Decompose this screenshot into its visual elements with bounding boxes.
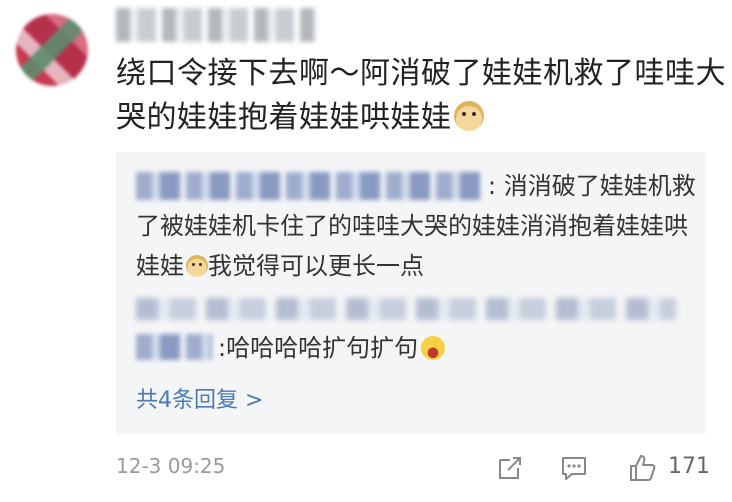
share-icon[interactable] [494,452,526,484]
doge-emoji-icon [453,101,484,131]
doge-emoji-icon [186,255,208,277]
user-avatar[interactable] [16,14,88,86]
laugh-cry-emoji-icon [421,336,446,360]
comment-icon[interactable] [558,452,590,484]
username-blurred[interactable] [116,8,316,42]
reply-box: : 消消破了娃娃机救了被娃娃机卡住了的哇哇大哭的娃娃消消抱着娃娃哄娃娃 我觉得可以… [116,152,706,434]
like-count: 171 [668,454,710,479]
like-icon[interactable] [626,452,658,484]
reply-text: :哈哈哈哈扩句扩句 [136,328,696,368]
reply-text: : 消消破了娃娃机救了被娃娃机卡住了的哇哇大哭的娃娃消消抱着娃娃哄娃娃 我觉得可以… [136,172,696,280]
reply-blurred-line [136,298,676,320]
more-replies-link[interactable]: 共4条回复 > [136,382,263,414]
comment-text: 绕口令接下去啊～阿消破了娃娃机救了哇哇大哭的娃娃抱着娃娃哄娃娃 [116,56,726,135]
timestamp: 12-3 09:25 [116,454,226,478]
